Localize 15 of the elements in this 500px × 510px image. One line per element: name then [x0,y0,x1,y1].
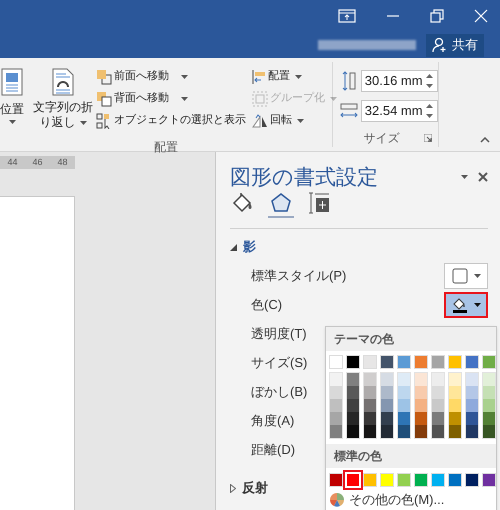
field-label: 距離(D) [251,440,296,459]
field-label: 標準スタイル(P) [251,266,346,285]
field-label: 透明度(T) [251,324,307,343]
group-label: サイズ [362,130,400,147]
menu-heading: 標準の色 [326,444,496,468]
field-label: 色(C) [251,296,282,314]
ruler-number: 44 [7,158,18,167]
group-label: 配置 [153,139,179,156]
ruler-number: 46 [32,158,42,167]
pane-title: 図形の書式設定 [230,166,379,188]
menu-heading: テーマの色 [326,327,496,351]
field-label: ぼかし(B) [251,382,308,401]
field-label: 角度(A) [251,412,294,430]
field-label: サイズ(S) [251,354,308,372]
ruler-number: 48 [57,158,68,167]
